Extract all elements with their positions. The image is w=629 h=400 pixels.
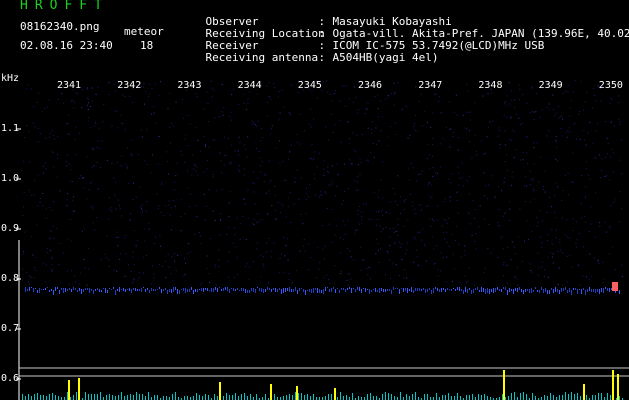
y-tick-label: 1.1 — [1, 123, 20, 134]
x-tick-label: 2345 — [297, 80, 322, 91]
y-tick-label: 1.0 — [1, 173, 20, 184]
y-tick-label: 0.9 — [1, 223, 20, 234]
y-tick-label: 0.6 — [1, 373, 20, 384]
x-tick-label: 2341 — [57, 80, 82, 91]
x-tick-label: 2349 — [538, 80, 563, 91]
x-tick-label: 2350 — [598, 80, 623, 91]
x-tick-label: 2346 — [358, 80, 383, 91]
activity-bars — [22, 370, 623, 400]
x-tick-label: 2344 — [237, 80, 262, 91]
signal-trace — [25, 287, 620, 295]
x-tick-label: 2347 — [418, 80, 443, 91]
x-tick-label: 2348 — [478, 80, 503, 91]
y-tick-label: 0.7 — [1, 323, 20, 334]
x-tick-label: 2342 — [117, 80, 142, 91]
x-tick-label: 2343 — [177, 80, 202, 91]
meteor-echo — [612, 282, 618, 291]
noise-field — [22, 80, 623, 286]
spectrogram — [16, 80, 629, 400]
y-tick-label: 0.8 — [1, 273, 20, 284]
y-axis-unit: kHz — [1, 73, 20, 84]
